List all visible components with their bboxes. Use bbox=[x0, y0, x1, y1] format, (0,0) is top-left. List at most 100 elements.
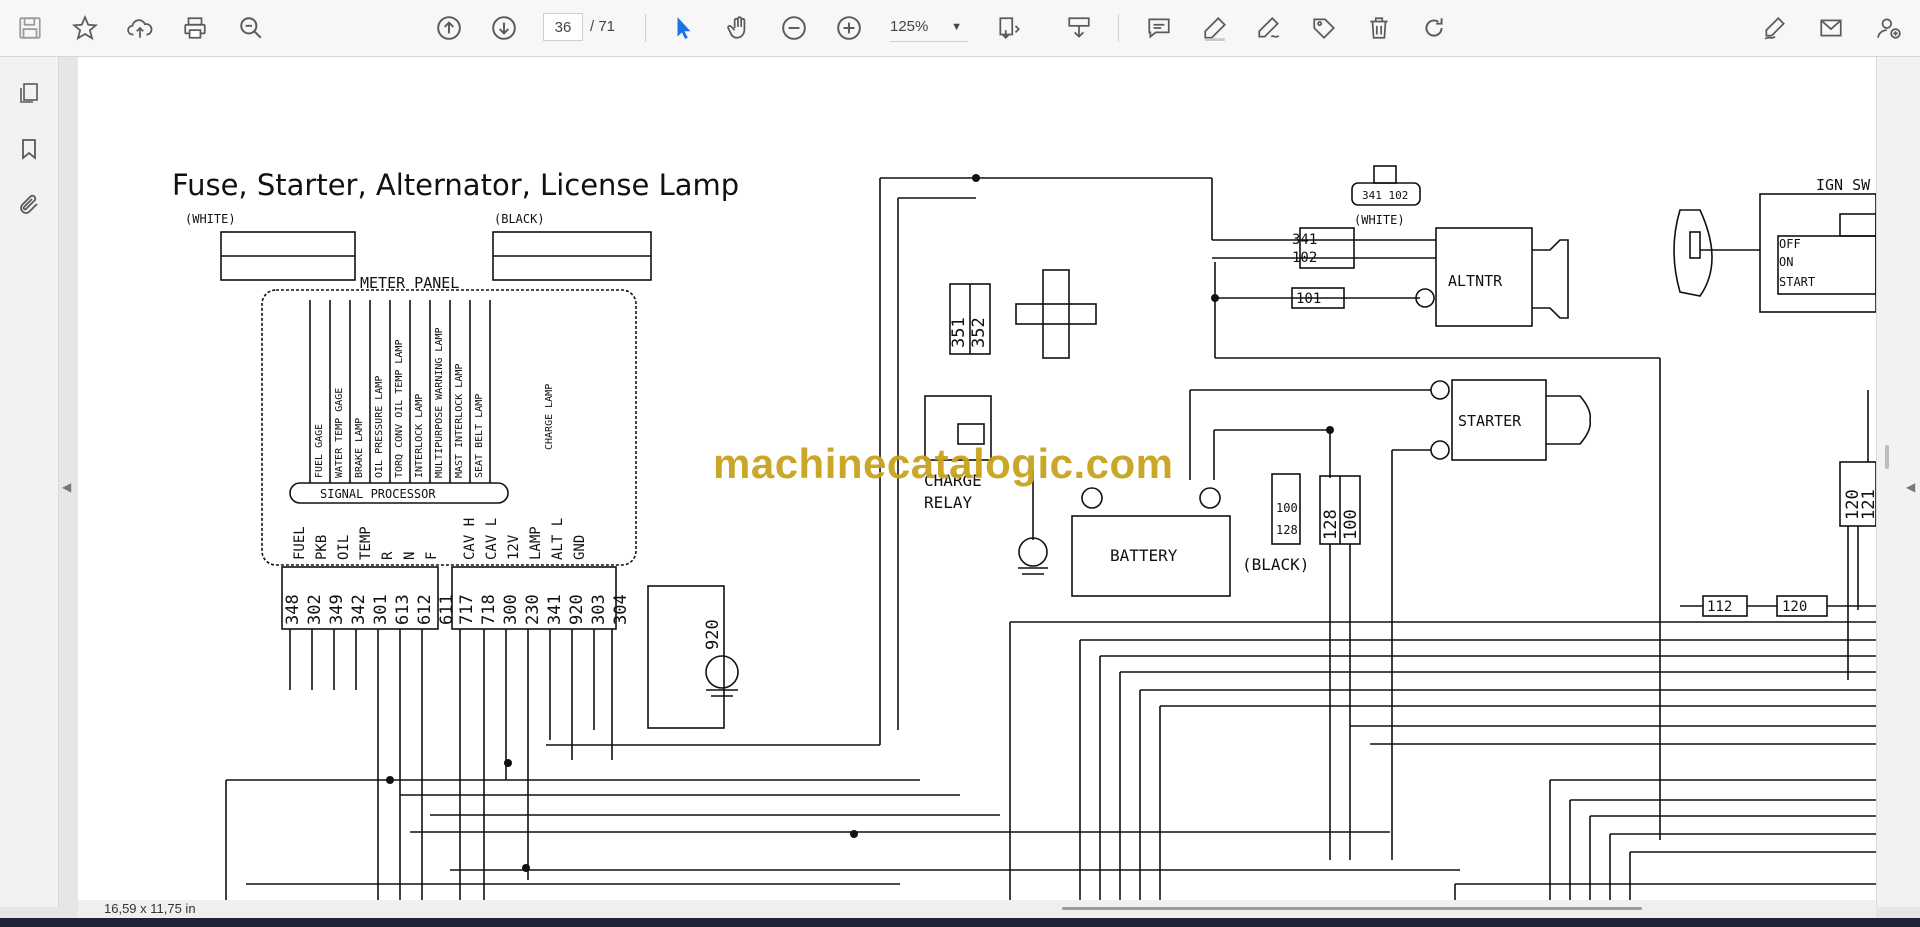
collapse-left-panel-icon[interactable]: ◀ bbox=[62, 480, 71, 494]
svg-text:341: 341 bbox=[1292, 232, 1317, 248]
svg-text:112: 112 bbox=[1707, 599, 1732, 615]
document-page: (WHITE) (BLACK) (WHITE) (BLACK) ALTNTR S… bbox=[78, 57, 1876, 900]
svg-text:341 102: 341 102 bbox=[1362, 189, 1408, 202]
os-taskbar bbox=[0, 918, 1920, 927]
toolbar: 36 / 71 125% ▼ bbox=[0, 0, 1920, 57]
svg-text:12V: 12V bbox=[506, 534, 522, 560]
svg-text:OIL: OIL bbox=[336, 535, 352, 560]
zoom-out-icon[interactable] bbox=[775, 9, 813, 47]
svg-text:FUEL: FUEL bbox=[292, 526, 308, 560]
svg-text:920: 920 bbox=[703, 619, 723, 650]
page-total: / 71 bbox=[590, 18, 616, 35]
svg-text:342: 342 bbox=[349, 594, 369, 625]
zoom-in-icon[interactable] bbox=[830, 9, 868, 47]
svg-text:LAMP: LAMP bbox=[528, 526, 544, 560]
svg-text:304: 304 bbox=[611, 594, 631, 625]
attachments-icon[interactable] bbox=[13, 189, 45, 221]
chevron-down-icon: ▼ bbox=[951, 21, 962, 33]
svg-text:102: 102 bbox=[1292, 250, 1317, 266]
svg-text:301: 301 bbox=[371, 594, 391, 625]
svg-text:ALT L: ALT L bbox=[550, 518, 566, 560]
upload-cloud-icon[interactable] bbox=[121, 9, 159, 47]
page-number-input[interactable]: 36 bbox=[543, 13, 583, 41]
svg-text:101: 101 bbox=[1296, 291, 1321, 307]
svg-text:303: 303 bbox=[589, 594, 609, 625]
hand-tool-icon[interactable] bbox=[720, 9, 758, 47]
next-page-icon[interactable] bbox=[485, 9, 523, 47]
scroll-mode-icon[interactable] bbox=[1060, 9, 1098, 47]
bookmarks-icon[interactable] bbox=[13, 133, 45, 165]
svg-text:OFF: OFF bbox=[1779, 237, 1801, 251]
vertical-scrollbar[interactable] bbox=[1885, 445, 1889, 469]
svg-text:302: 302 bbox=[305, 594, 325, 625]
svg-text:RELAY: RELAY bbox=[924, 493, 973, 512]
watermark: machinecatalogic.com bbox=[713, 440, 1174, 487]
email-icon[interactable] bbox=[1812, 9, 1850, 47]
svg-text:349: 349 bbox=[327, 594, 347, 625]
svg-text:N: N bbox=[402, 552, 418, 560]
svg-text:SEAT BELT LAMP: SEAT BELT LAMP bbox=[474, 394, 485, 478]
previous-page-icon[interactable] bbox=[430, 9, 468, 47]
zoom-search-icon[interactable] bbox=[232, 9, 270, 47]
svg-text:BATTERY: BATTERY bbox=[1110, 546, 1178, 565]
zoom-level-select[interactable]: 125% ▼ bbox=[890, 13, 968, 42]
svg-text:PKB: PKB bbox=[314, 535, 330, 560]
svg-text:STARTER: STARTER bbox=[1458, 412, 1522, 430]
bookmark-star-icon[interactable] bbox=[66, 9, 104, 47]
svg-text:230: 230 bbox=[523, 594, 543, 625]
svg-text:CAV H: CAV H bbox=[462, 518, 478, 560]
svg-text:R: R bbox=[380, 551, 396, 560]
select-cursor-icon[interactable] bbox=[665, 9, 703, 47]
svg-text:128: 128 bbox=[1321, 509, 1341, 540]
horizontal-scrollbar[interactable] bbox=[1062, 907, 1642, 910]
svg-text:348: 348 bbox=[283, 594, 303, 625]
svg-text:300: 300 bbox=[501, 594, 521, 625]
svg-text:128: 128 bbox=[1276, 523, 1298, 537]
print-icon[interactable] bbox=[176, 9, 214, 47]
share-user-icon[interactable] bbox=[1870, 9, 1908, 47]
svg-text:100: 100 bbox=[1276, 501, 1298, 515]
page-thumbnails-icon[interactable] bbox=[13, 77, 45, 109]
svg-text:(BLACK): (BLACK) bbox=[494, 212, 545, 226]
highlight-pen-icon[interactable] bbox=[1196, 9, 1234, 47]
svg-text:ON: ON bbox=[1779, 255, 1793, 269]
collapse-right-panel-icon[interactable]: ◀ bbox=[1906, 480, 1915, 494]
svg-text:718: 718 bbox=[479, 594, 499, 625]
stamp-tag-icon[interactable] bbox=[1305, 9, 1343, 47]
zoom-level-value: 125% bbox=[890, 18, 929, 35]
fill-sign-icon[interactable] bbox=[1756, 9, 1794, 47]
svg-text:BRAKE LAMP: BRAKE LAMP bbox=[354, 418, 365, 478]
svg-text:MULTIPURPOSE WARNING LAMP: MULTIPURPOSE WARNING LAMP bbox=[434, 327, 445, 478]
svg-text:TEMP: TEMP bbox=[358, 526, 374, 560]
toolbar-divider bbox=[1118, 14, 1119, 42]
page-size-label: 16,59 x 11,75 in bbox=[104, 901, 196, 916]
comment-icon[interactable] bbox=[1140, 9, 1178, 47]
svg-text:TORQ CONV OIL TEMP LAMP: TORQ CONV OIL TEMP LAMP bbox=[394, 340, 405, 478]
save-icon[interactable] bbox=[11, 9, 49, 47]
svg-text:(WHITE): (WHITE) bbox=[185, 212, 236, 226]
draw-freehand-icon[interactable] bbox=[1250, 9, 1288, 47]
toolbar-divider bbox=[645, 14, 646, 42]
svg-text:352: 352 bbox=[969, 317, 989, 348]
svg-text:(BLACK): (BLACK) bbox=[1242, 555, 1309, 574]
svg-text:613: 613 bbox=[393, 594, 413, 625]
page-fit-icon[interactable] bbox=[990, 9, 1028, 47]
svg-text:ALTNTR: ALTNTR bbox=[1448, 272, 1503, 290]
svg-text:121: 121 bbox=[1859, 489, 1876, 520]
svg-text:120: 120 bbox=[1782, 599, 1807, 615]
svg-text:GND: GND bbox=[572, 535, 588, 560]
svg-text:SIGNAL PROCESSOR: SIGNAL PROCESSOR bbox=[320, 487, 436, 501]
svg-text:351: 351 bbox=[949, 317, 969, 348]
svg-text:920: 920 bbox=[567, 594, 587, 625]
svg-text:START: START bbox=[1779, 275, 1815, 289]
svg-text:717: 717 bbox=[457, 594, 477, 625]
diagram-title: Fuse, Starter, Alternator, License Lamp bbox=[172, 168, 740, 202]
svg-text:F: F bbox=[424, 552, 440, 560]
svg-text:OIL PRESSURE LAMP: OIL PRESSURE LAMP bbox=[374, 376, 385, 478]
left-sidebar bbox=[0, 57, 59, 907]
redo-icon[interactable] bbox=[1415, 9, 1453, 47]
delete-trash-icon[interactable] bbox=[1360, 9, 1398, 47]
svg-text:341: 341 bbox=[545, 594, 565, 625]
svg-text:INTERLOCK LAMP: INTERLOCK LAMP bbox=[414, 394, 425, 478]
svg-text:612: 612 bbox=[415, 594, 435, 625]
